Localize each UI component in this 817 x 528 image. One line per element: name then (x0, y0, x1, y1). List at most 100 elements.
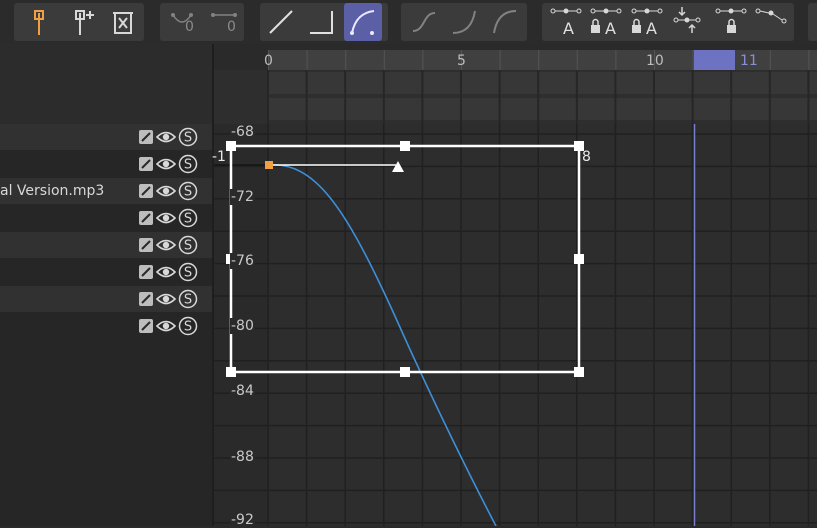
track-row[interactable]: al Version.mp3 S (0, 178, 212, 204)
step-interpolation-button[interactable] (302, 3, 340, 41)
bezier-interpolation-button[interactable] (344, 3, 382, 41)
align-keys-icon (673, 7, 701, 33)
track-list-header (0, 44, 212, 124)
ease-out-icon (493, 10, 517, 34)
break-tangent-button[interactable] (752, 3, 790, 41)
edit-track-icon[interactable] (138, 264, 154, 284)
selection-handle[interactable] (226, 367, 236, 377)
solo-icon[interactable]: S (178, 262, 198, 286)
keyrow-band (268, 98, 817, 120)
add-marker-icon (34, 10, 44, 35)
value-label: -72 (230, 189, 255, 205)
track-row[interactable]: S (0, 124, 212, 150)
ease-in-out-icon (412, 12, 436, 32)
eye-icon[interactable] (155, 154, 177, 178)
bezier-count-icon (171, 13, 193, 23)
track-row[interactable]: S (0, 232, 212, 258)
playhead-frame-label: 11 (740, 53, 758, 69)
lock-auto-button[interactable]: A (628, 3, 666, 41)
lock-tangent-auto-badge: A (605, 19, 616, 38)
add-marker-plus-button[interactable] (64, 3, 102, 41)
edit-track-icon[interactable] (138, 183, 154, 203)
track-row[interactable]: S (0, 205, 212, 231)
eye-icon[interactable] (155, 181, 177, 205)
selection-handle[interactable] (400, 141, 410, 151)
track-controls: S (138, 208, 198, 228)
auto-tangent-button[interactable]: A (547, 3, 585, 41)
edit-track-icon[interactable] (138, 318, 154, 338)
hold-count-icon (211, 13, 237, 17)
value-label: -68 (230, 124, 255, 140)
align-keys-button[interactable] (668, 3, 706, 41)
svg-text:S: S (184, 158, 192, 173)
ease-out-button[interactable] (486, 3, 524, 41)
graph-editor[interactable] (214, 124, 817, 526)
eye-icon[interactable] (155, 127, 177, 151)
track-row[interactable]: S (0, 151, 212, 177)
selection-handle[interactable] (226, 141, 236, 151)
selection-handle[interactable] (400, 367, 410, 377)
svg-text:S: S (184, 212, 192, 227)
linear-interpolation-button[interactable] (262, 3, 300, 41)
edit-track-icon[interactable] (138, 156, 154, 176)
break-tangent-icon (755, 8, 787, 24)
eye-icon[interactable] (155, 235, 177, 259)
step-interpolation-icon (310, 11, 333, 34)
edit-track-icon[interactable] (138, 129, 154, 149)
hold-count-badge: 0 (227, 19, 236, 35)
solo-icon[interactable]: S (178, 154, 198, 178)
keyrow-band (268, 72, 817, 94)
ruler-label-10: 10 (646, 53, 664, 69)
edit-track-icon[interactable] (138, 291, 154, 311)
edit-track-icon[interactable] (138, 210, 154, 230)
selection-handle[interactable] (574, 367, 584, 377)
selection-handle[interactable] (574, 254, 584, 264)
ease-in-button[interactable] (445, 3, 483, 41)
track-row[interactable]: S (0, 313, 212, 339)
svg-text:S: S (184, 131, 192, 146)
eye-icon[interactable] (155, 262, 177, 286)
add-marker-button[interactable] (20, 3, 58, 41)
delete-marker-button[interactable] (104, 3, 142, 41)
track-row[interactable]: S (0, 259, 212, 285)
delete-marker-icon (113, 12, 133, 34)
solo-icon[interactable]: S (178, 208, 198, 232)
value-label: -80 (230, 318, 255, 334)
track-controls: S (138, 127, 198, 147)
toolbar: 0 0 A A A (0, 0, 817, 44)
keyrow-grid (267, 70, 817, 124)
track-controls: S (138, 262, 198, 282)
eye-icon[interactable] (155, 289, 177, 313)
ruler-label-0: 0 (264, 53, 273, 69)
track-row[interactable]: S (0, 286, 212, 312)
track-controls: S (138, 235, 198, 255)
ease-in-out-button[interactable] (405, 3, 443, 41)
playhead-handle[interactable] (694, 50, 735, 70)
track-name: al Version.mp3 (0, 183, 105, 199)
solo-icon[interactable]: S (178, 181, 198, 205)
track-controls: S (138, 289, 198, 309)
solo-icon[interactable]: S (178, 127, 198, 151)
bezier-count-button[interactable]: 0 (163, 3, 201, 41)
bezier-interpolation-icon (350, 10, 375, 35)
svg-text:S: S (184, 320, 192, 335)
lock-key-icon (715, 8, 747, 33)
keyframe-point[interactable] (265, 161, 273, 169)
eye-icon[interactable] (155, 208, 177, 232)
lock-tangent-auto-button[interactable]: A (587, 3, 625, 41)
eye-icon[interactable] (155, 316, 177, 340)
overflow-group (808, 3, 817, 41)
bezier-count-badge: 0 (185, 19, 194, 35)
solo-icon[interactable]: S (178, 235, 198, 259)
ruler-label-5: 5 (457, 53, 466, 69)
edit-track-icon[interactable] (138, 237, 154, 257)
ease-in-icon (452, 10, 476, 34)
value-label: -84 (230, 383, 255, 399)
keyframe-summary-rows[interactable] (214, 70, 817, 124)
solo-icon[interactable]: S (178, 316, 198, 340)
lock-key-button[interactable] (712, 3, 750, 41)
solo-icon[interactable]: S (178, 289, 198, 313)
add-marker-plus-icon (75, 10, 94, 35)
lock-auto-badge: A (646, 19, 657, 38)
hold-count-button[interactable]: 0 (205, 3, 243, 41)
